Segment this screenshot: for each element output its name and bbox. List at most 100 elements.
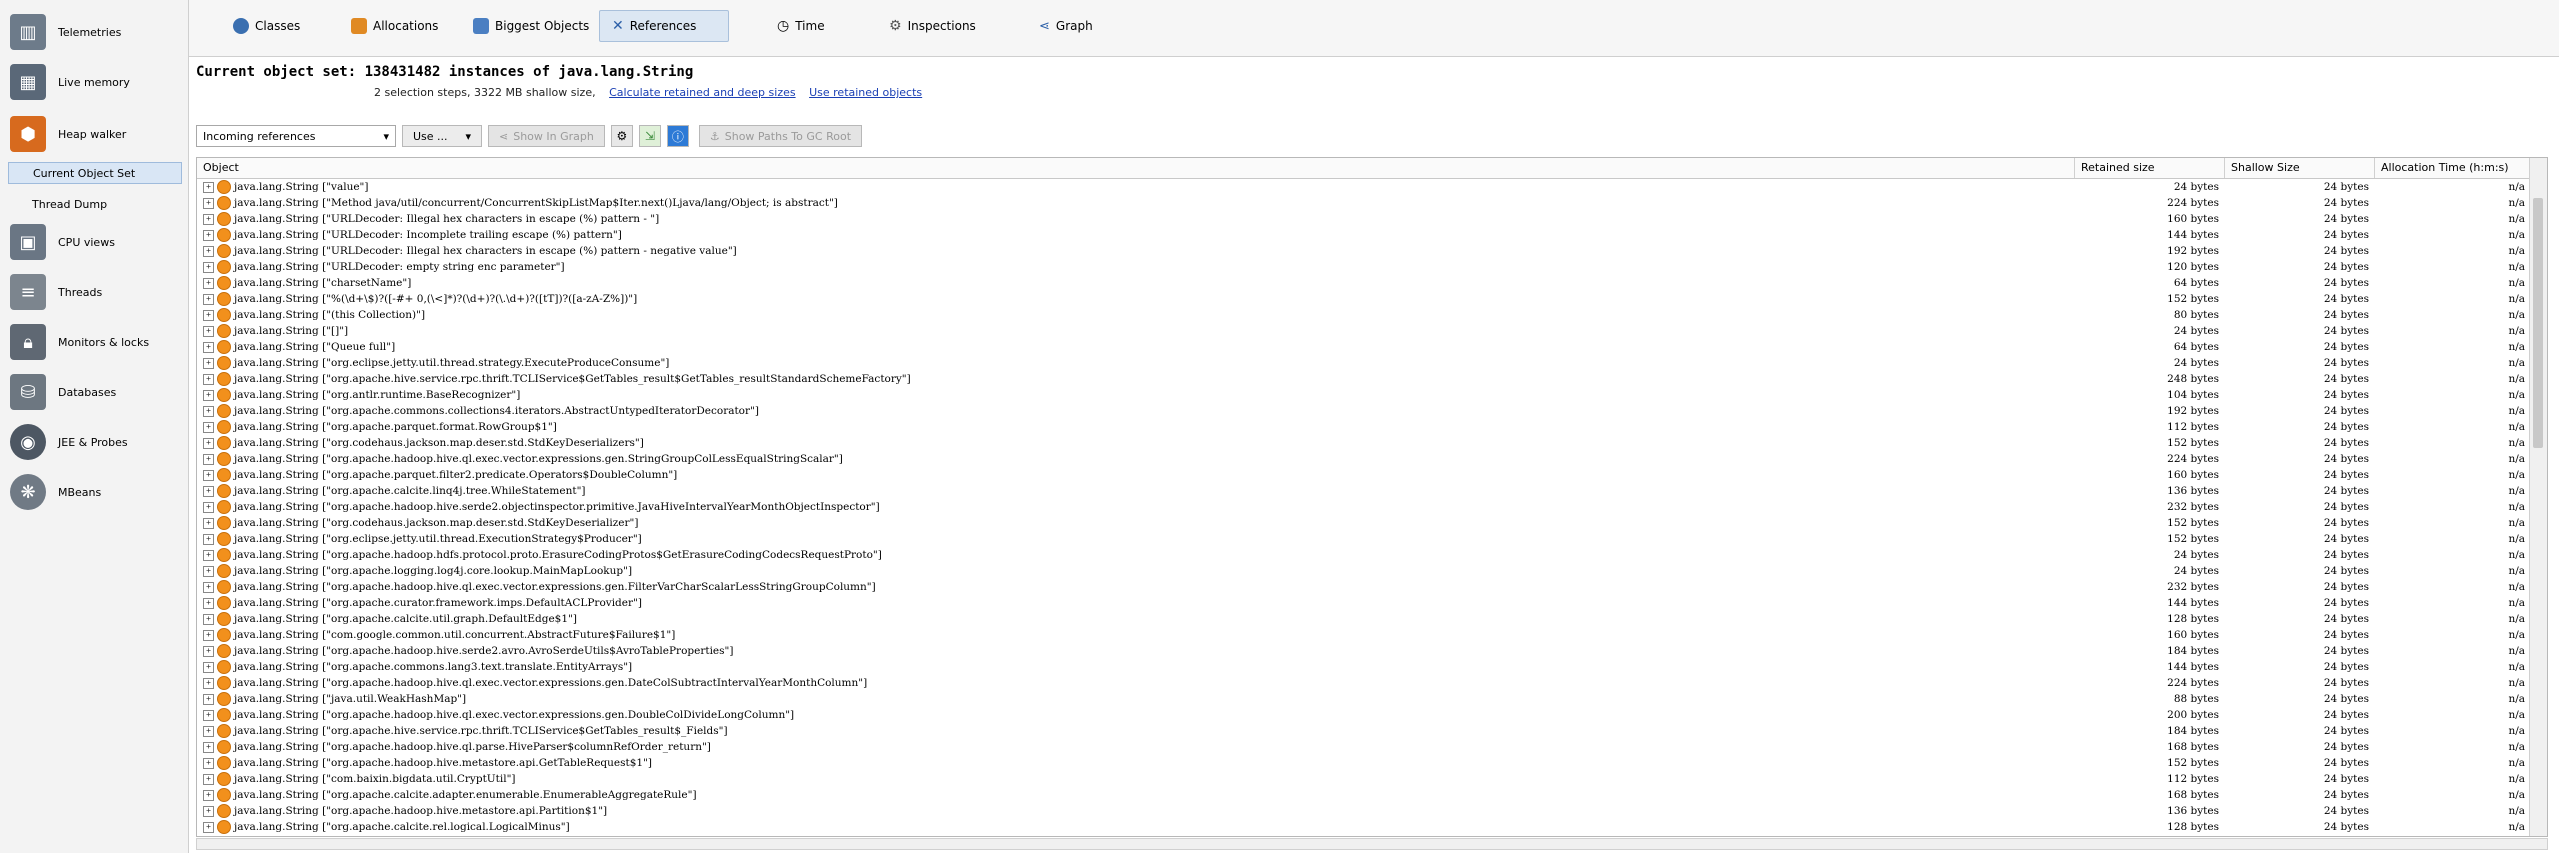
expand-icon[interactable]: + (203, 613, 214, 625)
use-retained-objects-link[interactable]: Use retained objects (809, 86, 922, 99)
expand-icon[interactable]: + (203, 245, 214, 257)
column-allocation-time[interactable]: Allocation Time (h:m:s) (2375, 158, 2531, 178)
table-row[interactable]: + java.lang.String ["org.apache.logging.l… (197, 563, 2531, 579)
expand-icon[interactable]: + (203, 437, 214, 449)
expand-icon[interactable]: + (203, 597, 214, 609)
tab-classes[interactable]: Classes (221, 10, 312, 42)
expand-icon[interactable]: + (203, 725, 214, 737)
column-retained-size[interactable]: Retained size (2075, 158, 2225, 178)
sidebar-item-telemetries[interactable]: ▥ Telemetries (10, 12, 121, 52)
table-row[interactable]: + java.lang.String ["org.apache.hive.serv… (197, 723, 2531, 739)
table-row[interactable]: + java.lang.String ["org.apache.hadoop.hi… (197, 643, 2531, 659)
table-row[interactable]: + java.lang.String ["org.apache.hadoop.hi… (197, 675, 2531, 691)
table-row[interactable]: + java.lang.String ["org.apache.commons.c… (197, 403, 2531, 419)
table-row[interactable]: + java.lang.String ["[]"] 24 bytes 24 bytes… (197, 323, 2531, 339)
table-row[interactable]: + java.lang.String ["value"] 24 bytes 24 by… (197, 179, 2531, 195)
expand-icon[interactable]: + (203, 341, 214, 353)
table-row[interactable]: + java.lang.String ["org.apache.calcite.u… (197, 611, 2531, 627)
expand-icon[interactable]: + (203, 549, 214, 561)
table-row[interactable]: + java.lang.String ["org.apache.hadoop.hi… (197, 803, 2531, 819)
table-row[interactable]: + java.lang.String ["URLDecoder: Illegal … (197, 243, 2531, 259)
expand-icon[interactable]: + (203, 533, 214, 545)
scrollbar-thumb[interactable] (2533, 198, 2543, 448)
table-row[interactable]: + java.lang.String ["org.apache.hive.serv… (197, 371, 2531, 387)
tab-references[interactable]: ✕ References (599, 10, 729, 42)
table-row[interactable]: + java.lang.String ["URLDecoder: Incomple… (197, 227, 2531, 243)
expand-icon[interactable]: + (203, 645, 214, 657)
tab-graph[interactable]: ⋖ Graph (1027, 10, 1105, 42)
expand-icon[interactable]: + (203, 677, 214, 689)
settings-icon[interactable]: ⚙ (610, 125, 633, 147)
expand-icon[interactable]: + (203, 821, 214, 833)
expand-icon[interactable]: + (203, 805, 214, 817)
table-row[interactable]: + java.lang.String ["Queue full"] 64 bytes… (197, 339, 2531, 355)
expand-icon[interactable]: + (203, 453, 214, 465)
sidebar-item-jee-probes[interactable]: ◉ JEE & Probes (10, 422, 128, 462)
table-row[interactable]: + java.lang.String ["org.apache.calcite.l… (197, 483, 2531, 499)
expand-icon[interactable]: + (203, 485, 214, 497)
table-row[interactable]: + java.lang.String ["org.antlr.runtime.Ba… (197, 387, 2531, 403)
expand-icon[interactable]: + (203, 277, 214, 289)
sidebar-item-current-object-set[interactable]: Current Object Set (8, 162, 182, 184)
expand-icon[interactable]: + (203, 629, 214, 641)
expand-icon[interactable]: + (203, 741, 214, 753)
tab-inspections[interactable]: ⚙ Inspections (877, 10, 988, 42)
show-paths-to-gc-root-button[interactable]: ⚓︎ Show Paths To GC Root (698, 125, 863, 147)
sidebar-item-live-memory[interactable]: ▦ Live memory (10, 62, 130, 102)
sidebar-item-databases[interactable]: ⛁ Databases (10, 372, 116, 412)
table-row[interactable]: + java.lang.String ["org.apache.hadoop.hi… (197, 579, 2531, 595)
use-button[interactable]: Use ... ▾ (402, 125, 482, 147)
reference-type-select[interactable]: Incoming references ▾ (196, 125, 396, 147)
table-row[interactable]: + java.lang.String ["org.apache.hadoop.hi… (197, 499, 2531, 515)
table-row[interactable]: + java.lang.String ["org.apache.hadoop.hi… (197, 755, 2531, 771)
table-row[interactable]: + java.lang.String ["org.codehaus.jackson… (197, 435, 2531, 451)
column-object[interactable]: Object (197, 158, 2075, 178)
expand-icon[interactable]: + (203, 661, 214, 673)
table-row[interactable]: + java.lang.String ["(this Collection)"] 8… (197, 307, 2531, 323)
expand-icon[interactable]: + (203, 181, 214, 193)
table-row[interactable]: + java.lang.String ["com.baixin.bigdata.u… (197, 771, 2531, 787)
table-row[interactable]: + java.lang.String ["org.codehaus.jackson… (197, 515, 2531, 531)
expand-icon[interactable]: + (203, 389, 214, 401)
table-row[interactable]: + java.lang.String ["Method java/util/con… (197, 195, 2531, 211)
sidebar-item-monitors-locks[interactable]: 🔒︎ Monitors & locks (10, 322, 149, 362)
tab-time[interactable]: ◷ Time (765, 10, 837, 42)
expand-icon[interactable]: + (203, 501, 214, 513)
export-icon[interactable]: ⇲ (638, 125, 661, 147)
table-row[interactable]: + java.lang.String ["org.apache.calcite.r… (197, 819, 2531, 835)
sidebar-item-heap-walker[interactable]: ⬢ Heap walker (10, 114, 126, 154)
table-row[interactable]: + java.lang.String ["org.apache.parquet.f… (197, 419, 2531, 435)
expand-icon[interactable]: + (203, 373, 214, 385)
expand-icon[interactable]: + (203, 789, 214, 801)
vertical-scrollbar[interactable] (2529, 158, 2547, 836)
expand-icon[interactable]: + (203, 581, 214, 593)
expand-icon[interactable]: + (203, 709, 214, 721)
expand-icon[interactable]: + (203, 293, 214, 305)
table-row[interactable]: + java.lang.String ["charsetName"] 64 byte… (197, 275, 2531, 291)
expand-icon[interactable]: + (203, 517, 214, 529)
table-row[interactable]: + java.lang.String ["org.apache.parquet.f… (197, 467, 2531, 483)
expand-icon[interactable]: + (203, 309, 214, 321)
expand-icon[interactable]: + (203, 469, 214, 481)
table-row[interactable]: + java.lang.String ["com.google.common.ut… (197, 627, 2531, 643)
sidebar-item-mbeans[interactable]: ❋ MBeans (10, 472, 101, 512)
sidebar-item-threads[interactable]: ≡ Threads (10, 272, 102, 312)
show-in-graph-button[interactable]: ⋖ Show In Graph (488, 125, 605, 147)
table-row[interactable]: + java.lang.String ["org.apache.commons.l… (197, 659, 2531, 675)
expand-icon[interactable]: + (203, 261, 214, 273)
expand-icon[interactable]: + (203, 325, 214, 337)
expand-icon[interactable]: + (203, 565, 214, 577)
expand-icon[interactable]: + (203, 757, 214, 769)
table-row[interactable]: + java.lang.String ["org.apache.curator.f… (197, 595, 2531, 611)
expand-icon[interactable]: + (203, 213, 214, 225)
table-row[interactable]: + java.lang.String ["org.apache.hadoop.hi… (197, 707, 2531, 723)
table-row[interactable]: + java.lang.String ["org.apache.hadoop.hi… (197, 739, 2531, 755)
expand-icon[interactable]: + (203, 197, 214, 209)
table-row[interactable]: + java.lang.String ["org.eclipse.jetty.ut… (197, 355, 2531, 371)
expand-icon[interactable]: + (203, 405, 214, 417)
table-row[interactable]: + java.lang.String ["org.apache.hadoop.hi… (197, 451, 2531, 467)
expand-icon[interactable]: + (203, 229, 214, 241)
expand-icon[interactable]: + (203, 357, 214, 369)
sidebar-item-thread-dump[interactable]: Thread Dump (8, 193, 182, 215)
expand-icon[interactable]: + (203, 773, 214, 785)
